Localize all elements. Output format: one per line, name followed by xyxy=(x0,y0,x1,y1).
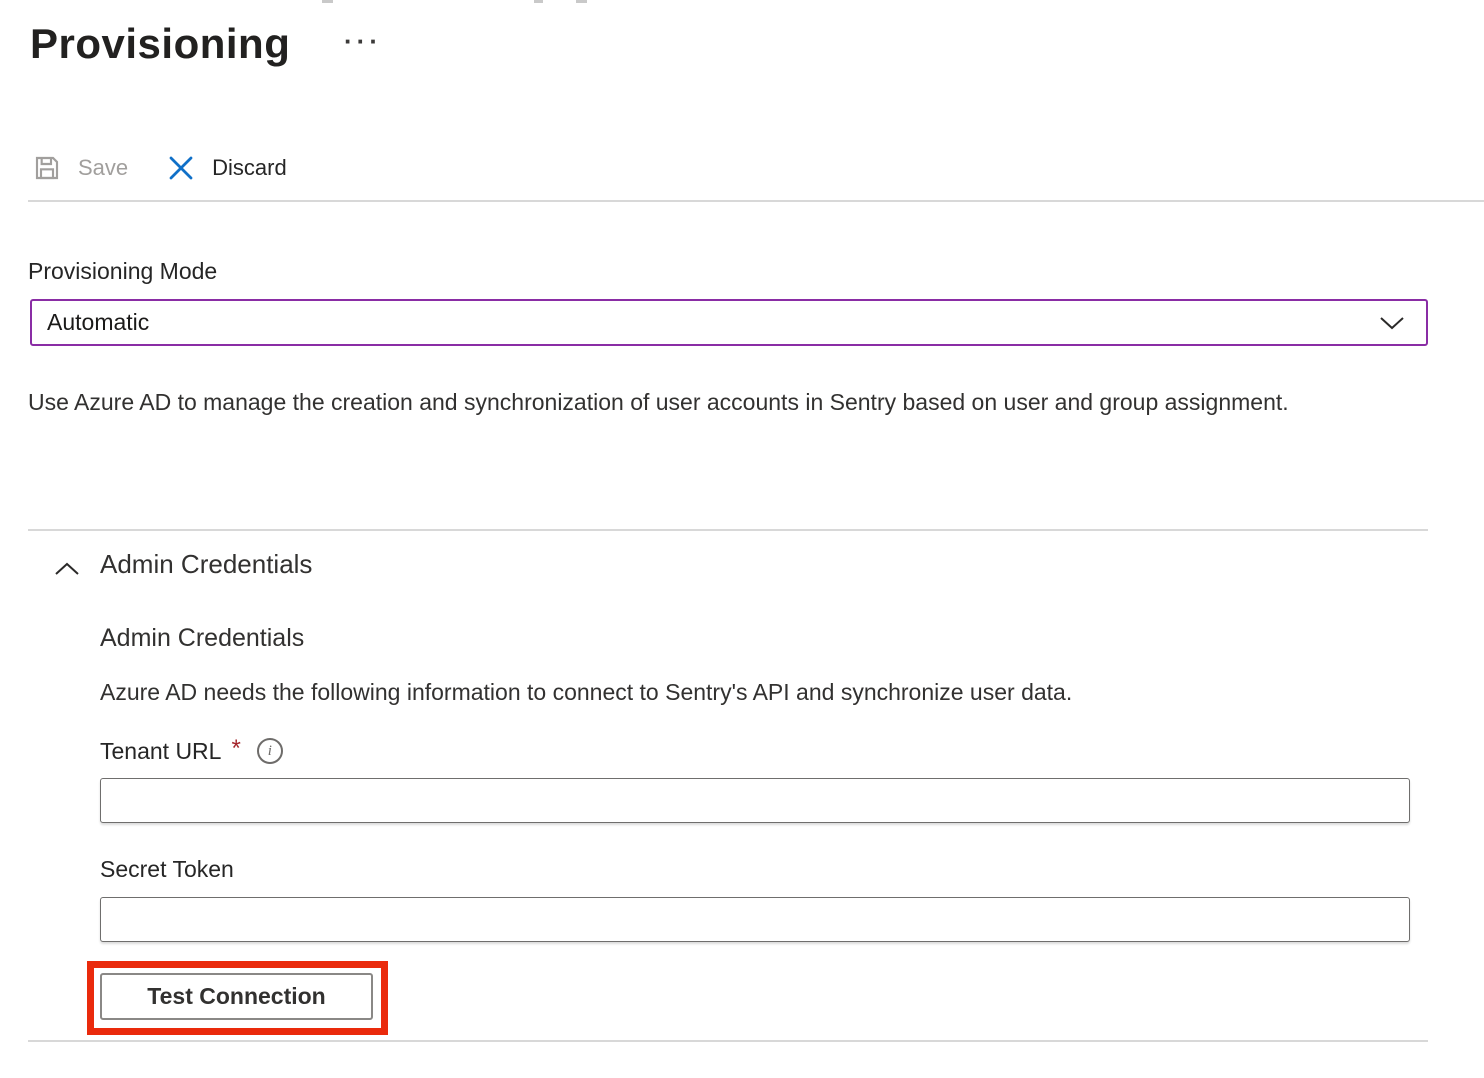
discard-label: Discard xyxy=(212,155,287,181)
save-button[interactable]: Save xyxy=(30,151,128,185)
provisioning-mode-label: Provisioning Mode xyxy=(28,258,217,285)
cropped-text-remnant xyxy=(534,0,543,3)
info-icon[interactable]: i xyxy=(257,738,283,764)
admin-credentials-description: Azure AD needs the following information… xyxy=(100,671,1300,714)
admin-credentials-heading: Admin Credentials xyxy=(100,624,304,653)
admin-credentials-section-header[interactable]: Admin Credentials xyxy=(100,549,312,580)
close-icon xyxy=(164,151,198,185)
tenant-url-label: Tenant URL xyxy=(100,738,221,765)
chevron-down-icon xyxy=(1378,313,1406,333)
page-title: Provisioning xyxy=(30,20,290,68)
more-options-icon[interactable]: ··· xyxy=(344,26,382,57)
save-icon xyxy=(30,151,64,185)
provisioning-mode-value: Automatic xyxy=(47,309,1378,336)
intro-text: Use Azure AD to manage the creation and … xyxy=(28,381,1338,424)
toolbar-divider xyxy=(28,200,1484,202)
provisioning-page: Provisioning ··· Save Discard xyxy=(0,0,1484,1078)
test-connection-button[interactable]: Test Connection xyxy=(100,973,373,1020)
secret-token-input[interactable] xyxy=(100,897,1410,942)
save-label: Save xyxy=(78,155,128,181)
tenant-url-input[interactable] xyxy=(100,778,1410,823)
chevron-up-icon[interactable] xyxy=(52,556,82,582)
discard-button[interactable]: Discard xyxy=(164,151,287,185)
required-marker: * xyxy=(231,735,240,763)
section-divider xyxy=(28,529,1428,531)
cropped-text-remnant xyxy=(576,0,587,3)
bottom-divider xyxy=(28,1040,1428,1042)
provisioning-mode-dropdown[interactable]: Automatic xyxy=(30,299,1428,346)
command-bar: Save Discard xyxy=(30,140,287,196)
cropped-text-remnant xyxy=(322,0,333,3)
secret-token-label: Secret Token xyxy=(100,856,234,883)
tenant-url-label-row: Tenant URL * i xyxy=(100,737,283,765)
